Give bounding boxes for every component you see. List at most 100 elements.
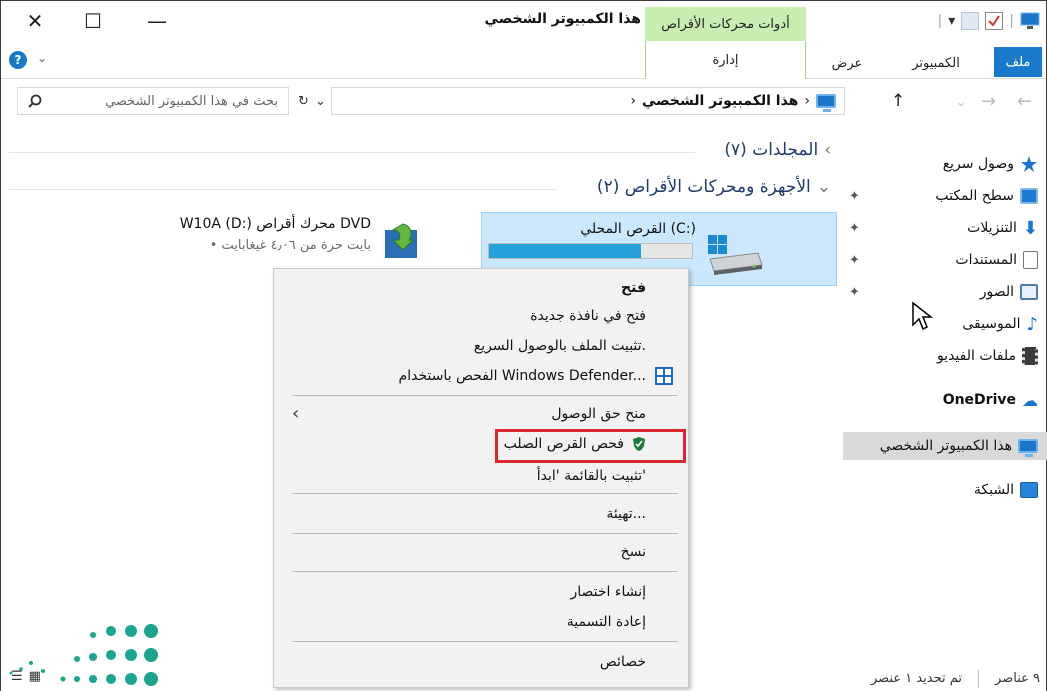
hard-disk-icon bbox=[708, 235, 763, 275]
nav-quick-access-label: وصول سريع bbox=[942, 156, 1014, 172]
network-icon bbox=[1020, 482, 1038, 498]
title-bar: ✕ ☐ — هذا الكمبيوتر الشخصي أدوات محركات … bbox=[1, 1, 1046, 41]
search-placeholder: بحث في هذا الكمبيوتر الشخصي bbox=[105, 93, 278, 109]
nav-downloads-label: التنزيلات bbox=[967, 220, 1017, 236]
menu-create-shortcut[interactable]: إنشاء اختصار bbox=[570, 579, 646, 605]
help-button[interactable]: ? bbox=[9, 51, 27, 69]
customize-toolbar-icon[interactable]: ▾ bbox=[948, 13, 955, 29]
drive-d-free-space: • بايت حرة من ٤٫٠٦ غيغابايت bbox=[209, 238, 371, 253]
devices-section-header[interactable]: الأجهزة ومحركات الأقراص (٢) ⌄ bbox=[597, 177, 831, 197]
status-bar: تم تحديد ١ عنصر ٩ عناصر bbox=[843, 665, 1047, 691]
nav-desktop-label: سطح المكتب bbox=[935, 188, 1014, 204]
menu-pin-start[interactable]: تثبيت بالقائمة 'ابدأ' bbox=[537, 463, 646, 489]
menu-separator bbox=[292, 395, 678, 396]
back-button[interactable]: ← bbox=[1017, 91, 1032, 112]
address-controls: ↻ ⌄ bbox=[295, 87, 329, 115]
forward-button[interactable]: → bbox=[981, 91, 996, 112]
folders-title: المجلدات (٧) bbox=[724, 140, 819, 160]
up-button[interactable]: ↑ bbox=[891, 91, 905, 111]
status-item-count: ٩ عناصر bbox=[995, 671, 1040, 686]
drive-c-label: القرص المحلي (C:) bbox=[580, 221, 696, 237]
nav-music-label: الموسيقى bbox=[962, 316, 1021, 332]
nav-documents-label: المستندات bbox=[955, 252, 1017, 268]
tab-manage[interactable]: إدارة bbox=[645, 41, 806, 79]
menu-format[interactable]: تهيئة... bbox=[606, 501, 646, 527]
ribbon-expand-chevron-icon[interactable]: ⌄ bbox=[37, 51, 47, 65]
toolbar-separator: | bbox=[937, 13, 943, 29]
toolbar-separator: | bbox=[1009, 13, 1014, 29]
minimize-button[interactable]: — bbox=[137, 7, 177, 35]
window-title: هذا الكمبيوتر الشخصي bbox=[484, 11, 641, 27]
search-box[interactable]: بحث في هذا الكمبيوتر الشخصي bbox=[17, 87, 289, 115]
close-button[interactable]: ✕ bbox=[15, 7, 55, 35]
devices-title: الأجهزة ومحركات الأقراص (٢) bbox=[596, 177, 811, 197]
windows-defender-icon bbox=[655, 367, 673, 385]
menu-separator bbox=[292, 571, 678, 572]
status-divider bbox=[978, 669, 980, 688]
menu-separator bbox=[292, 533, 678, 534]
tab-view[interactable]: عرض bbox=[827, 49, 867, 77]
menu-separator bbox=[292, 641, 678, 642]
maximize-icon: ☐ bbox=[84, 9, 102, 33]
tab-file[interactable]: ملف bbox=[994, 47, 1042, 77]
nav-pictures[interactable]: الصور bbox=[980, 279, 1038, 305]
drive-c-usage-fill bbox=[489, 244, 642, 258]
nav-documents[interactable]: المستندات bbox=[955, 247, 1038, 273]
menu-properties[interactable]: خصائص bbox=[600, 649, 646, 675]
nav-network[interactable]: الشبكة bbox=[974, 477, 1038, 503]
menu-defender-scan[interactable]: الفحص باستخدام Windows Defender... bbox=[399, 363, 674, 389]
contextual-tab-drive-tools[interactable]: أدوات محركات الأقراص bbox=[645, 7, 806, 41]
new-folder-icon[interactable] bbox=[961, 12, 980, 30]
menu-defender-label: الفحص باستخدام Windows Defender... bbox=[398, 368, 646, 384]
computer-icon bbox=[1018, 439, 1038, 457]
film-icon bbox=[1022, 347, 1038, 365]
computer-icon bbox=[816, 94, 836, 112]
menu-rename[interactable]: إعادة التسمية bbox=[567, 609, 646, 635]
nav-this-pc[interactable]: هذا الكمبيوتر الشخصي bbox=[843, 432, 1047, 460]
pin-icon[interactable]: ✦ bbox=[849, 189, 860, 204]
drive-d-name: W10A (D:) محرك أقراص DVD bbox=[179, 216, 371, 232]
nav-music[interactable]: الموسيقى ♪ bbox=[962, 311, 1038, 337]
logo-dots bbox=[9, 624, 158, 686]
search-icon bbox=[28, 94, 42, 108]
nav-network-label: الشبكة bbox=[973, 482, 1014, 498]
breadcrumb-chevron-icon[interactable]: › bbox=[630, 93, 636, 109]
nav-videos[interactable]: ملفات الفيديو bbox=[937, 343, 1038, 369]
cloud-icon: ☁ bbox=[1022, 390, 1038, 410]
breadcrumb-root-chevron-icon[interactable]: › bbox=[804, 93, 810, 109]
pin-icon[interactable]: ✦ bbox=[849, 285, 860, 300]
download-arrow-icon: ⬇ bbox=[1022, 217, 1038, 239]
explorer-window: ✕ ☐ — هذا الكمبيوتر الشخصي أدوات محركات … bbox=[0, 0, 1047, 691]
menu-give-access[interactable]: منح حق الوصول bbox=[551, 401, 646, 427]
menu-open[interactable]: فتح bbox=[621, 275, 646, 301]
navigation-pane: وصول سريع سطح المكتب ✦ التنزيلات ⬇ ✦ الم… bbox=[843, 141, 1047, 661]
menu-open-new-window[interactable]: فتح في نافذة جديدة bbox=[530, 303, 646, 329]
menu-copy[interactable]: نسخ bbox=[621, 539, 646, 565]
minimize-icon: — bbox=[147, 9, 167, 33]
address-dropdown-icon[interactable]: ⌄ bbox=[315, 94, 326, 109]
nav-quick-access[interactable]: وصول سريع bbox=[943, 151, 1038, 177]
nav-desktop[interactable]: سطح المكتب bbox=[935, 183, 1038, 209]
refresh-icon[interactable]: ↻ bbox=[298, 94, 309, 109]
maximize-button[interactable]: ☐ bbox=[73, 7, 113, 35]
nav-downloads[interactable]: التنزيلات ⬇ bbox=[967, 215, 1038, 241]
nav-onedrive-label: OneDrive bbox=[942, 392, 1016, 408]
dvd-install-icon bbox=[385, 223, 417, 258]
properties-check-icon[interactable] bbox=[985, 12, 1004, 30]
tab-computer[interactable]: الكمبيوتر bbox=[901, 49, 971, 77]
nav-onedrive[interactable]: OneDrive ☁ bbox=[943, 387, 1038, 413]
pin-icon[interactable]: ✦ bbox=[849, 221, 860, 236]
music-note-icon: ♪ bbox=[1026, 313, 1039, 335]
document-icon bbox=[1023, 251, 1038, 269]
pictures-icon bbox=[1020, 284, 1038, 300]
recent-locations-icon[interactable]: ⌄ bbox=[956, 95, 966, 109]
breadcrumb-this-pc[interactable]: هذا الكمبيوتر الشخصي bbox=[642, 93, 798, 109]
menu-pin-quick-access[interactable]: تثبيت الملف بالوصول السريع. bbox=[474, 333, 646, 359]
computer-icon bbox=[1020, 12, 1040, 30]
pin-icon[interactable]: ✦ bbox=[849, 253, 860, 268]
star-icon bbox=[1021, 156, 1037, 172]
quick-access-toolbar: | ▾ | bbox=[937, 9, 1040, 33]
folders-section-header[interactable]: المجلدات (٧) ‹ bbox=[724, 140, 831, 160]
address-row: بحث في هذا الكمبيوتر الشخصي ↻ ⌄ › هذا ال… bbox=[1, 85, 1046, 119]
address-bar[interactable]: › هذا الكمبيوتر الشخصي › bbox=[331, 87, 845, 115]
